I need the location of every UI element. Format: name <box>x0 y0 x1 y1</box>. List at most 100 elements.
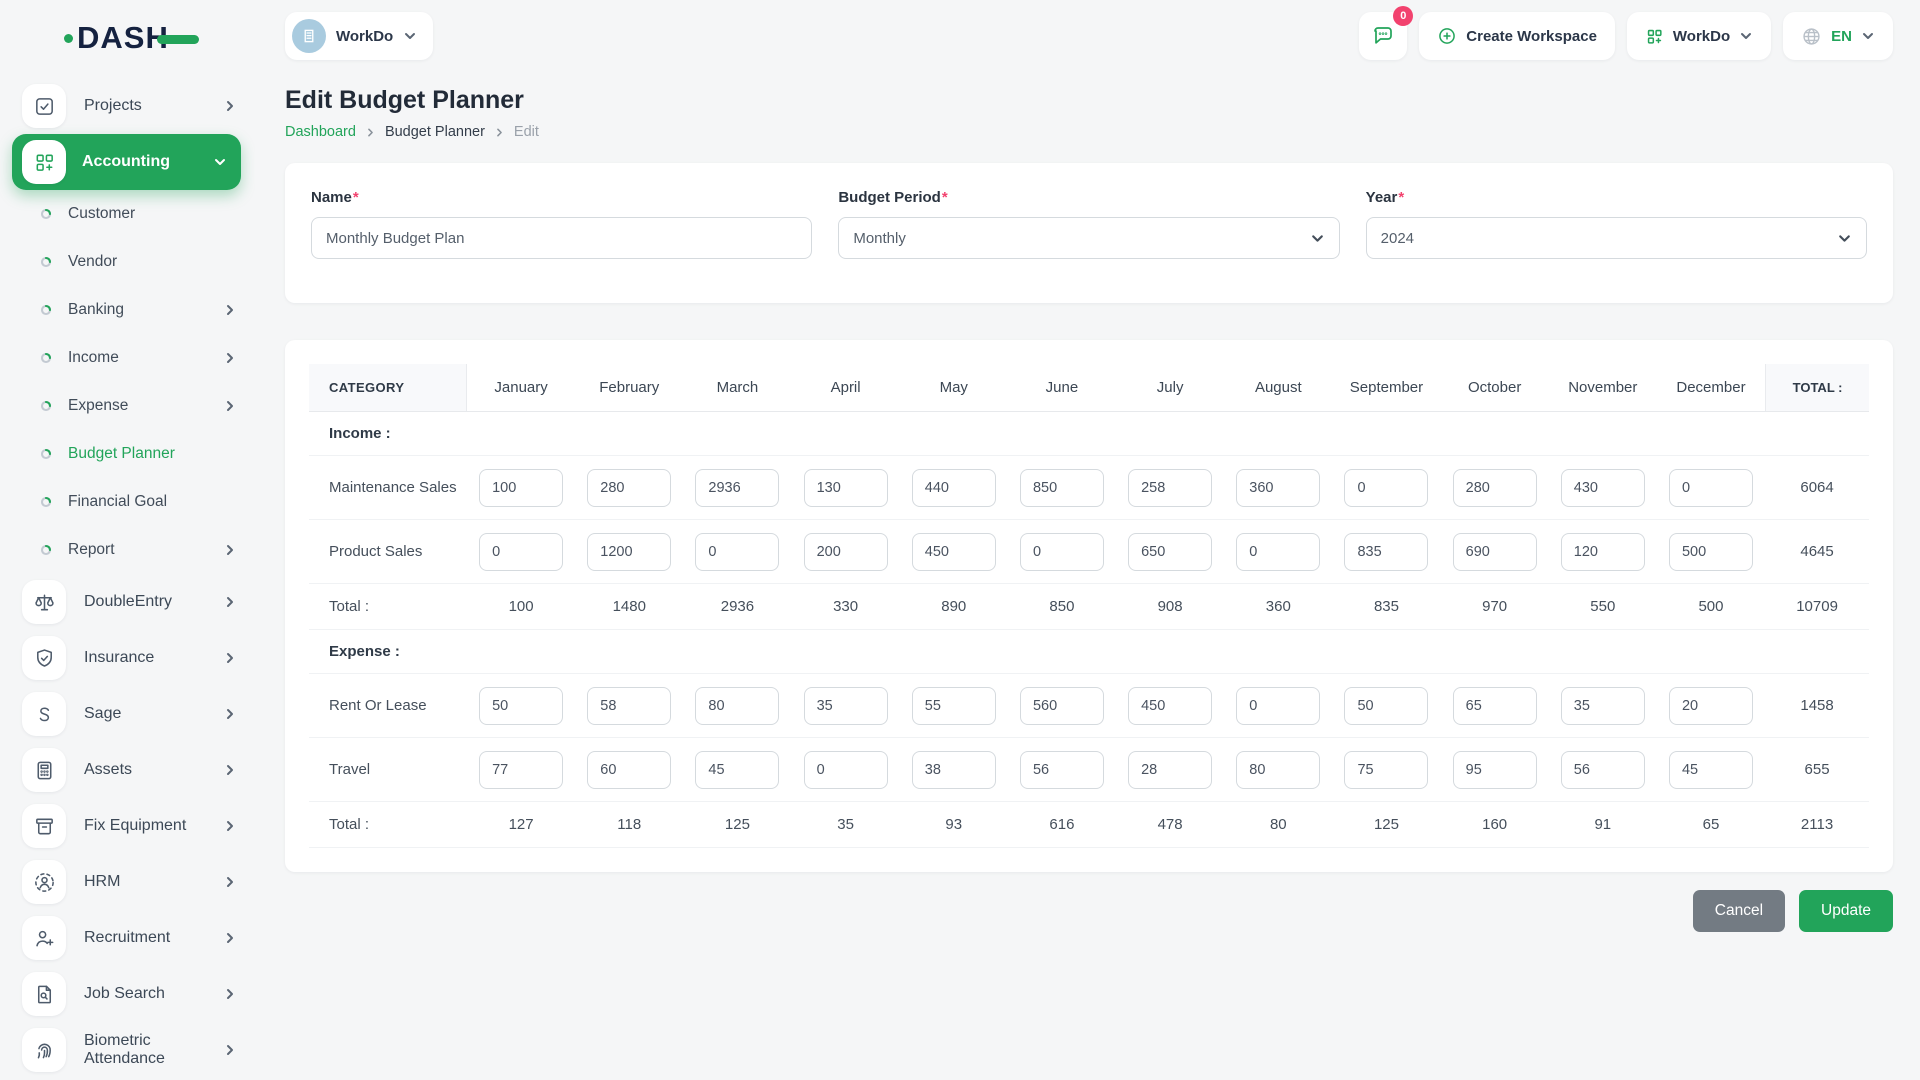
month-total-value: 850 <box>1049 598 1075 615</box>
budget-value-input[interactable] <box>1236 468 1321 507</box>
budget-value-input[interactable] <box>587 532 672 571</box>
budget-value-input[interactable] <box>911 750 996 789</box>
budget-value-input[interactable] <box>1452 686 1537 725</box>
name-input[interactable] <box>311 217 813 259</box>
budget-value-input[interactable] <box>695 686 780 725</box>
budget-value-input[interactable] <box>587 750 672 789</box>
budget-value-input[interactable] <box>803 532 888 571</box>
sidebar-item-assets[interactable]: Assets <box>0 742 255 798</box>
budget-value-input[interactable] <box>1128 750 1213 789</box>
chevron-down-icon <box>215 159 225 165</box>
sidebar-item-financial-goal[interactable]: Financial Goal <box>0 478 255 526</box>
budget-value-input[interactable] <box>911 532 996 571</box>
user-dashed-circle-icon <box>22 860 66 904</box>
budget-value-input[interactable] <box>479 686 564 725</box>
budget-value-input[interactable] <box>911 686 996 725</box>
month-total-value: 1480 <box>612 598 646 615</box>
budget-value-input[interactable] <box>479 750 564 789</box>
chevron-right-icon <box>368 128 373 136</box>
sidebar-item-doubleentry[interactable]: DoubleEntry <box>0 574 255 630</box>
month-value-cell <box>1441 456 1549 519</box>
budget-value-input[interactable] <box>803 750 888 789</box>
sidebar-item-fix-equipment[interactable]: Fix Equipment <box>0 798 255 854</box>
sidebar-item-label: Biometric Attendance <box>84 1031 165 1067</box>
workdo-menu-button[interactable]: WorkDo <box>1626 12 1772 60</box>
sidebar-item-expense[interactable]: Expense <box>0 382 255 430</box>
sidebar-item-income[interactable]: Income <box>0 334 255 382</box>
sidebar-item-accounting[interactable]: Accounting <box>12 134 241 190</box>
month-total-value: 80 <box>1269 816 1287 833</box>
cancel-button[interactable]: Cancel <box>1692 890 1786 932</box>
workspace-switcher[interactable]: WorkDo <box>285 12 434 60</box>
chat-bubble-icon <box>1374 27 1393 44</box>
sidebar-item-vendor[interactable]: Vendor <box>0 238 255 286</box>
sidebar-item-banking[interactable]: Banking <box>0 286 255 334</box>
budget-value-input[interactable] <box>1019 750 1104 789</box>
budget-value-input[interactable] <box>1344 468 1429 507</box>
sidebar-item-sage[interactable]: Sage <box>0 686 255 742</box>
budget-value-input[interactable] <box>1560 532 1645 571</box>
budget-value-input[interactable] <box>1668 686 1753 725</box>
budget-value-input[interactable] <box>1560 750 1645 789</box>
sidebar-item-budget-planner[interactable]: Budget Planner <box>0 430 255 478</box>
budget-value-input[interactable] <box>1344 686 1429 725</box>
update-button[interactable]: Update <box>1799 890 1893 932</box>
breadcrumb-dashboard[interactable]: Dashboard <box>285 124 356 140</box>
sidebar-item-job-search[interactable]: Job Search <box>0 966 255 1022</box>
budget-value-input[interactable] <box>1128 686 1213 725</box>
budget-value-input[interactable] <box>1019 468 1104 507</box>
sidebar-item-report[interactable]: Report <box>0 526 255 574</box>
budget-value-input[interactable] <box>695 750 780 789</box>
sidebar-item-projects[interactable]: Projects <box>0 78 255 134</box>
budget-value-input[interactable] <box>587 468 672 507</box>
budget-value-input[interactable] <box>1560 686 1645 725</box>
budget-value-input[interactable] <box>1019 532 1104 571</box>
budget-value-input[interactable] <box>1344 750 1429 789</box>
budget-period-select[interactable]: Monthly <box>838 217 1340 259</box>
required-asterisk: * <box>1398 189 1405 206</box>
sidebar-item-recruitment[interactable]: Recruitment <box>0 910 255 966</box>
budget-value-input[interactable] <box>1452 532 1537 571</box>
total-label: Total : <box>329 816 370 833</box>
messages-button[interactable]: 0 <box>1359 6 1414 60</box>
budget-value-input[interactable] <box>1236 750 1321 789</box>
sidebar-item-hrm[interactable]: HRM <box>0 854 255 910</box>
month-column-header: June <box>1045 379 1079 396</box>
app-logo[interactable]: DASH <box>0 16 255 60</box>
year-select[interactable]: 2024 <box>1365 217 1867 259</box>
breadcrumb-budget-planner[interactable]: Budget Planner <box>385 124 485 140</box>
budget-value-input[interactable] <box>1668 532 1753 571</box>
budget-value-input[interactable] <box>1452 468 1537 507</box>
month-total-value: 500 <box>1698 598 1724 615</box>
sidebar-item-biometric-attendance[interactable]: Biometric Attendance <box>0 1022 255 1078</box>
budget-value-input[interactable] <box>479 532 564 571</box>
budget-value-input[interactable] <box>1019 686 1104 725</box>
language-selector[interactable]: EN <box>1783 12 1893 60</box>
budget-value-input[interactable] <box>1452 750 1537 789</box>
budget-value-input[interactable] <box>803 468 888 507</box>
chevron-right-icon <box>227 597 233 607</box>
budget-value-input[interactable] <box>911 468 996 507</box>
budget-value-input[interactable] <box>1668 468 1753 507</box>
budget-value-input[interactable] <box>695 532 780 571</box>
budget-value-input[interactable] <box>695 468 780 507</box>
month-value-cell <box>1549 674 1657 737</box>
budget-value-input[interactable] <box>1128 468 1213 507</box>
budget-value-input[interactable] <box>1128 532 1213 571</box>
month-value-cell <box>1224 456 1332 519</box>
budget-value-input[interactable] <box>1668 750 1753 789</box>
sidebar-item-customer[interactable]: Customer <box>0 190 255 238</box>
bullet-icon <box>40 496 52 508</box>
month-value-cell <box>683 456 791 519</box>
budget-value-input[interactable] <box>1560 468 1645 507</box>
sidebar-item-insurance[interactable]: Insurance <box>0 630 255 686</box>
budget-value-input[interactable] <box>1236 532 1321 571</box>
budget-value-input[interactable] <box>1236 686 1321 725</box>
budget-value-input[interactable] <box>587 686 672 725</box>
budget-value-input[interactable] <box>803 686 888 725</box>
create-workspace-button[interactable]: Create Workspace <box>1419 12 1615 60</box>
month-value-cell <box>1441 674 1549 737</box>
budget-value-input[interactable] <box>1344 532 1429 571</box>
budget-value-input[interactable] <box>479 468 564 507</box>
total-label: Total : <box>329 598 370 615</box>
